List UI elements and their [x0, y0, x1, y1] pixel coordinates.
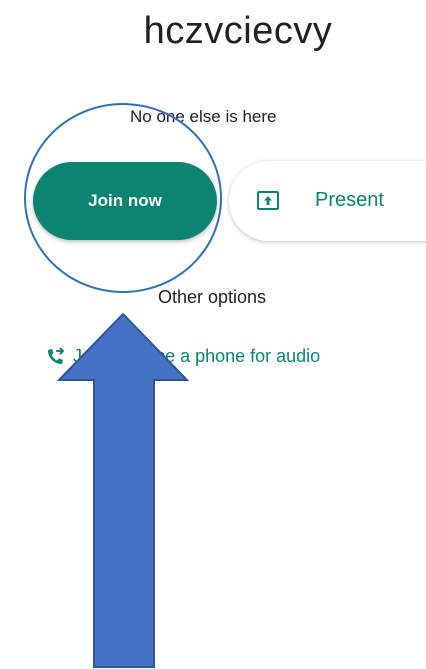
meeting-status: No one else is here — [130, 107, 277, 126]
other-options-heading: Other options — [158, 287, 267, 307]
meeting-title: hczvciecvy — [143, 10, 333, 52]
present-button[interactable]: Present — [229, 161, 426, 241]
join-now-button[interactable]: Join now — [33, 162, 217, 240]
meeting-lobby: hczvciecvy No one else is here Join now … — [0, 0, 426, 669]
phone-forwarded-icon — [44, 344, 68, 368]
present-label: Present — [315, 189, 384, 211]
join-phone-audio-link[interactable]: Join and use a phone for audio — [73, 346, 320, 367]
present-to-all-icon — [257, 191, 279, 210]
arrow-annotation — [56, 312, 190, 668]
join-now-label: Join now — [88, 191, 162, 210]
